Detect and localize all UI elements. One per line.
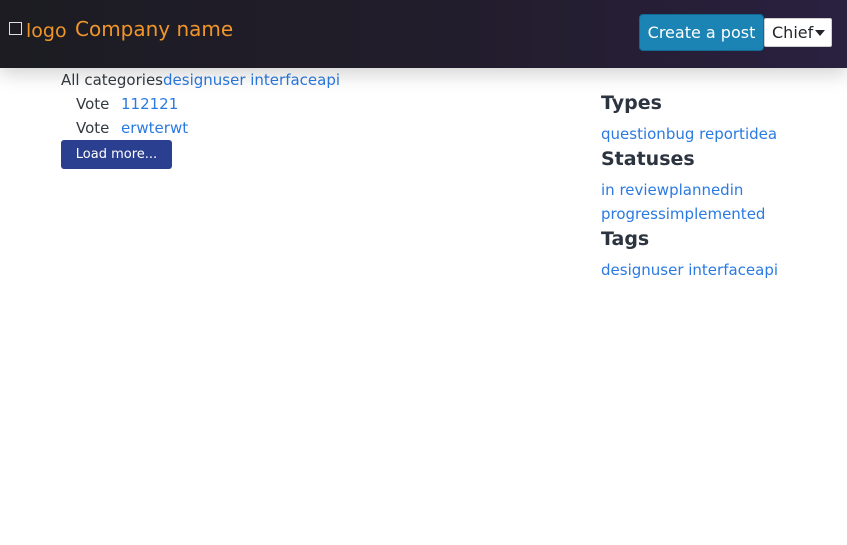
logo-image-icon[interactable] [9, 22, 22, 35]
statuses-list: in reviewplannedin progressimplemented [601, 178, 776, 226]
tags-heading: Tags [601, 228, 650, 250]
status-link-in-review[interactable]: in review [601, 181, 669, 199]
create-post-button[interactable]: Create a post [639, 14, 764, 51]
logo-alt-text[interactable]: logo [26, 20, 67, 42]
sidebar-types: Types questionbug reportidea [601, 92, 841, 146]
status-link-implemented[interactable]: implemented [666, 205, 766, 223]
category-link-user-interface[interactable]: user interface [213, 71, 317, 89]
post-list-item: Vote 112121 [76, 95, 178, 113]
tags-list: designuser interfaceapi [601, 258, 841, 282]
category-filter-bar: All categoriesdesignuser interfaceapi [61, 71, 340, 89]
vote-button[interactable]: Vote [76, 119, 121, 137]
types-heading: Types [601, 92, 662, 114]
user-menu-dropdown[interactable]: Chief [764, 18, 832, 47]
all-categories-link[interactable]: All categories [61, 71, 163, 89]
vote-button[interactable]: Vote [76, 95, 121, 113]
top-navbar: logo Company name Create a post Chief [0, 0, 847, 68]
type-link-bug-report[interactable]: bug report [666, 125, 745, 143]
tag-link-design[interactable]: design [601, 261, 651, 279]
user-menu-label: Chief [772, 23, 814, 42]
sidebar-statuses: Statuses in reviewplannedin progressimpl… [601, 148, 776, 226]
tag-link-api[interactable]: api [755, 261, 778, 279]
type-link-idea[interactable]: idea [745, 125, 777, 143]
category-link-design[interactable]: design [163, 71, 213, 89]
type-link-question[interactable]: question [601, 125, 666, 143]
statuses-heading: Statuses [601, 148, 695, 170]
company-name[interactable]: Company name [75, 17, 233, 41]
caret-down-icon [815, 30, 825, 36]
sidebar-tags: Tags designuser interfaceapi [601, 228, 841, 282]
tag-link-user-interface[interactable]: user interface [651, 261, 755, 279]
category-link-api[interactable]: api [317, 71, 340, 89]
post-list-item: Vote erwterwt [76, 119, 188, 137]
types-list: questionbug reportidea [601, 122, 841, 146]
load-more-button[interactable]: Load more... [61, 140, 172, 169]
status-link-planned[interactable]: planned [669, 181, 730, 199]
post-title-link[interactable]: erwterwt [121, 119, 188, 137]
post-title-link[interactable]: 112121 [121, 95, 178, 113]
